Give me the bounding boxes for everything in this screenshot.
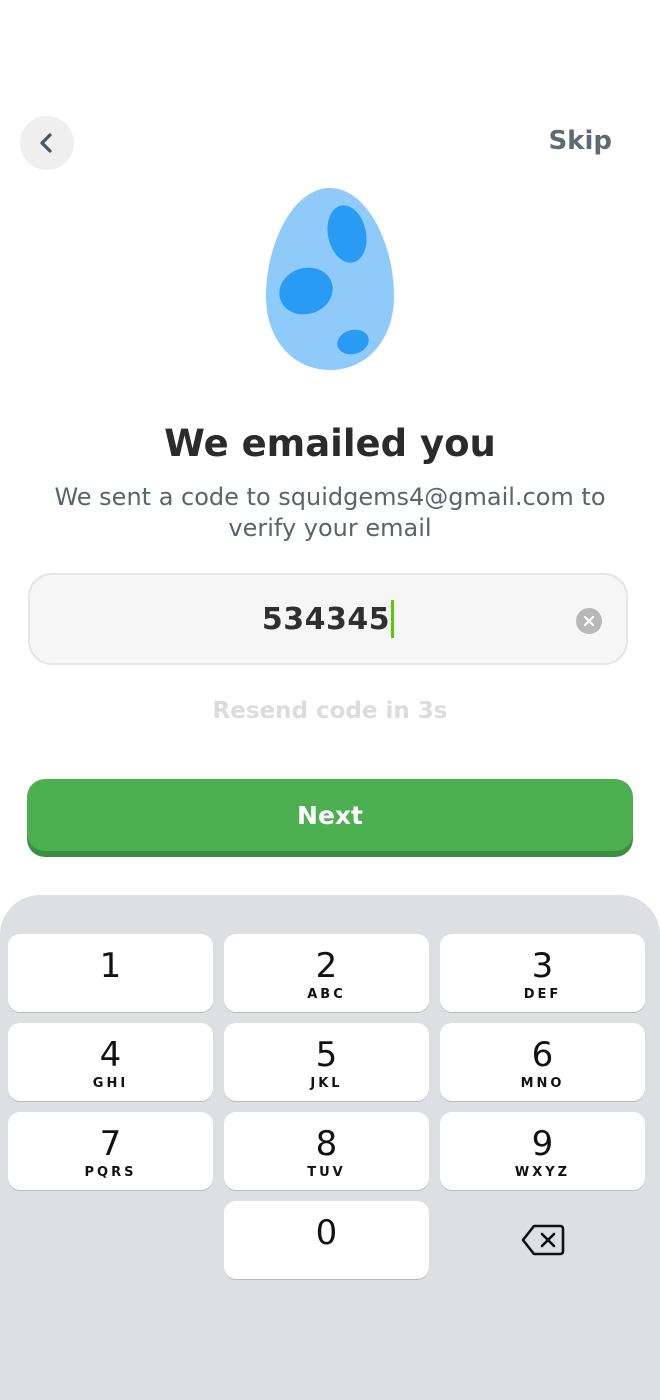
- key-letters: MNO: [520, 1076, 565, 1091]
- resend-code-timer: Resend code in 3s: [212, 698, 448, 724]
- next-button[interactable]: Next: [27, 779, 633, 851]
- key-digit: 0: [315, 1213, 338, 1253]
- key-digit: 7: [99, 1124, 122, 1164]
- clear-input-button[interactable]: [576, 608, 602, 634]
- back-button[interactable]: [20, 116, 74, 170]
- keypad-key-8[interactable]: 8 TUV: [224, 1112, 429, 1190]
- key-letters: ABC: [307, 987, 346, 1002]
- skip-button[interactable]: Skip: [548, 126, 612, 156]
- key-letters: JKL: [310, 1076, 343, 1091]
- key-digit: 6: [531, 1035, 554, 1075]
- keypad-key-0[interactable]: 0: [224, 1201, 429, 1279]
- key-digit: 9: [531, 1124, 554, 1164]
- keypad-key-3[interactable]: 3 DEF: [440, 934, 645, 1012]
- keypad-key-9[interactable]: 9 WXYZ: [440, 1112, 645, 1190]
- keypad-delete-key[interactable]: [440, 1201, 645, 1279]
- key-digit: 1: [99, 946, 122, 986]
- keypad-key-2[interactable]: 2 ABC: [224, 934, 429, 1012]
- backspace-icon: [521, 1224, 564, 1256]
- key-letters: WXYZ: [514, 1165, 571, 1180]
- key-letters: DEF: [523, 987, 562, 1002]
- clear-circle-icon: [583, 615, 595, 627]
- key-digit: 2: [315, 946, 338, 986]
- key-digit: 3: [531, 946, 554, 986]
- page-title: We emailed you: [164, 422, 496, 465]
- verify-email-screen: Skip We emailed you We sent a code to sq…: [0, 0, 660, 1400]
- numeric-keypad: 1 2 ABC 3 DEF 4 GHI 5 JKL 6 MNO 7 PQRS 8: [0, 895, 660, 1400]
- keypad-key-6[interactable]: 6 MNO: [440, 1023, 645, 1101]
- verification-code-input[interactable]: 534345: [28, 573, 628, 665]
- page-subtitle: We sent a code to squidgems4@gmail.com t…: [54, 483, 606, 542]
- key-digit: 5: [315, 1035, 338, 1075]
- code-value: 534345: [261, 601, 391, 637]
- chevron-left-icon: [40, 133, 52, 153]
- key-letters: GHI: [92, 1076, 129, 1091]
- keypad-key-4[interactable]: 4 GHI: [8, 1023, 213, 1101]
- code-value-wrapper: 534345: [30, 575, 626, 663]
- keypad-key-5[interactable]: 5 JKL: [224, 1023, 429, 1101]
- key-letters: TUV: [307, 1165, 346, 1180]
- keypad-key-7[interactable]: 7 PQRS: [8, 1112, 213, 1190]
- keypad-key-1[interactable]: 1: [8, 934, 213, 1012]
- text-caret: [391, 600, 395, 638]
- key-digit: 4: [99, 1035, 122, 1075]
- key-letters: PQRS: [84, 1165, 137, 1180]
- key-digit: 8: [315, 1124, 338, 1164]
- egg-illustration: [266, 188, 394, 370]
